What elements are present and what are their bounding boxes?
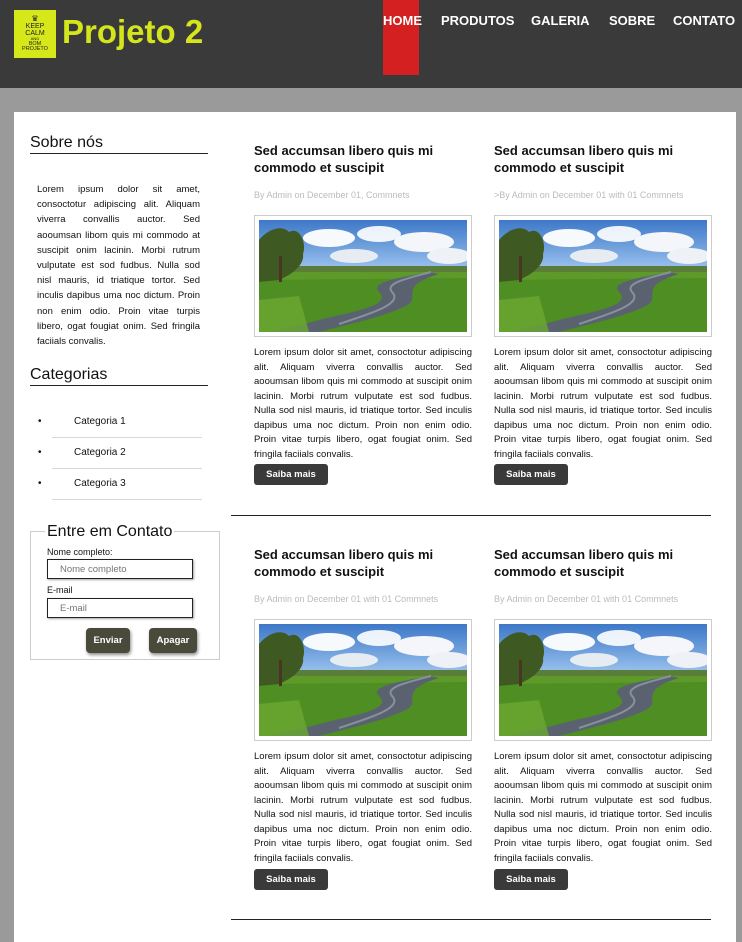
contact-title: Entre em Contato	[45, 523, 175, 541]
nav-produtos[interactable]: PRODUTOS	[441, 13, 514, 28]
post-title[interactable]: Sed accumsan libero quis mi commodo et s…	[494, 546, 712, 580]
post-card: Sed accumsan libero quis mi commodo et s…	[254, 546, 472, 890]
content-panel: Sobre nós Lorem ipsum dolor sit amet, co…	[14, 112, 736, 942]
post-card: Sed accumsan libero quis mi commodo et s…	[494, 546, 712, 890]
post-divider	[231, 515, 711, 516]
logo-text-projeto: PROJETO	[22, 46, 48, 53]
category-item[interactable]: Categoria 2	[38, 438, 202, 469]
post-divider	[231, 919, 711, 920]
landscape-river-image	[259, 624, 467, 736]
categories-title: Categorias	[30, 366, 208, 386]
post-title[interactable]: Sed accumsan libero quis mi commodo et s…	[494, 142, 712, 176]
landscape-river-image	[499, 624, 707, 736]
clear-button[interactable]: Apagar	[149, 628, 197, 653]
read-more-button[interactable]: Saiba mais	[494, 869, 568, 890]
name-input[interactable]	[47, 559, 193, 579]
category-item[interactable]: Categoria 1	[38, 407, 202, 438]
post-excerpt: Lorem ipsum dolor sit amet, consoctotur …	[254, 751, 472, 864]
post-card: Sed accumsan libero quis mi commodo et s…	[494, 142, 712, 485]
post-title[interactable]: Sed accumsan libero quis mi commodo et s…	[254, 142, 472, 176]
read-more-button[interactable]: Saiba mais	[494, 464, 568, 485]
send-button[interactable]: Enviar	[86, 628, 130, 653]
post-title[interactable]: Sed accumsan libero quis mi commodo et s…	[254, 546, 472, 580]
post-excerpt: Lorem ipsum dolor sit amet, consoctotur …	[494, 347, 712, 460]
about-title: Sobre nós	[30, 134, 208, 154]
email-label: E-mail	[47, 585, 73, 595]
landscape-river-image	[259, 220, 467, 332]
post-meta: By Admin on December 01, Commnets	[254, 190, 410, 200]
post-image[interactable]	[494, 619, 712, 741]
post-meta: By Admin on December 01 with 01 Commnets	[254, 594, 439, 604]
post-image[interactable]	[494, 215, 712, 337]
category-list: Categoria 1 Categoria 2 Categoria 3	[38, 407, 202, 500]
email-input[interactable]	[47, 598, 193, 618]
nav-contato[interactable]: CONTATO	[673, 13, 735, 28]
site-header: ♛ KEEP CALM AND BOM PROJETO Projeto 2 HO…	[0, 0, 742, 88]
category-item[interactable]: Categoria 3	[38, 469, 202, 500]
post-meta: By Admin on December 01 with 01 Commnets	[494, 594, 679, 604]
logo-text-keep: KEEP	[25, 22, 45, 30]
post-excerpt: Lorem ipsum dolor sit amet, consoctotur …	[494, 751, 712, 864]
post-card: Sed accumsan libero quis mi commodo et s…	[254, 142, 472, 485]
about-text: Lorem ipsum dolor sit amet, consoctotur …	[37, 184, 200, 348]
contact-form: Entre em Contato Nome completo: E-mail E…	[30, 523, 220, 660]
nav-home[interactable]: HOME	[383, 0, 422, 75]
crown-icon: ♛	[31, 13, 39, 23]
read-more-button[interactable]: Saiba mais	[254, 869, 328, 890]
nav-sobre[interactable]: SOBRE	[609, 13, 655, 28]
site-title: Projeto 2	[62, 13, 204, 50]
name-label: Nome completo:	[47, 547, 113, 557]
post-image[interactable]	[254, 215, 472, 337]
nav-galeria[interactable]: GALERIA	[531, 13, 590, 28]
post-image[interactable]	[254, 619, 472, 741]
post-meta: >By Admin on December 01 with 01 Commnet…	[494, 190, 684, 200]
keep-calm-logo[interactable]: ♛ KEEP CALM AND BOM PROJETO	[14, 10, 56, 58]
landscape-river-image	[499, 220, 707, 332]
read-more-button[interactable]: Saiba mais	[254, 464, 328, 485]
post-excerpt: Lorem ipsum dolor sit amet, consoctotur …	[254, 347, 472, 460]
